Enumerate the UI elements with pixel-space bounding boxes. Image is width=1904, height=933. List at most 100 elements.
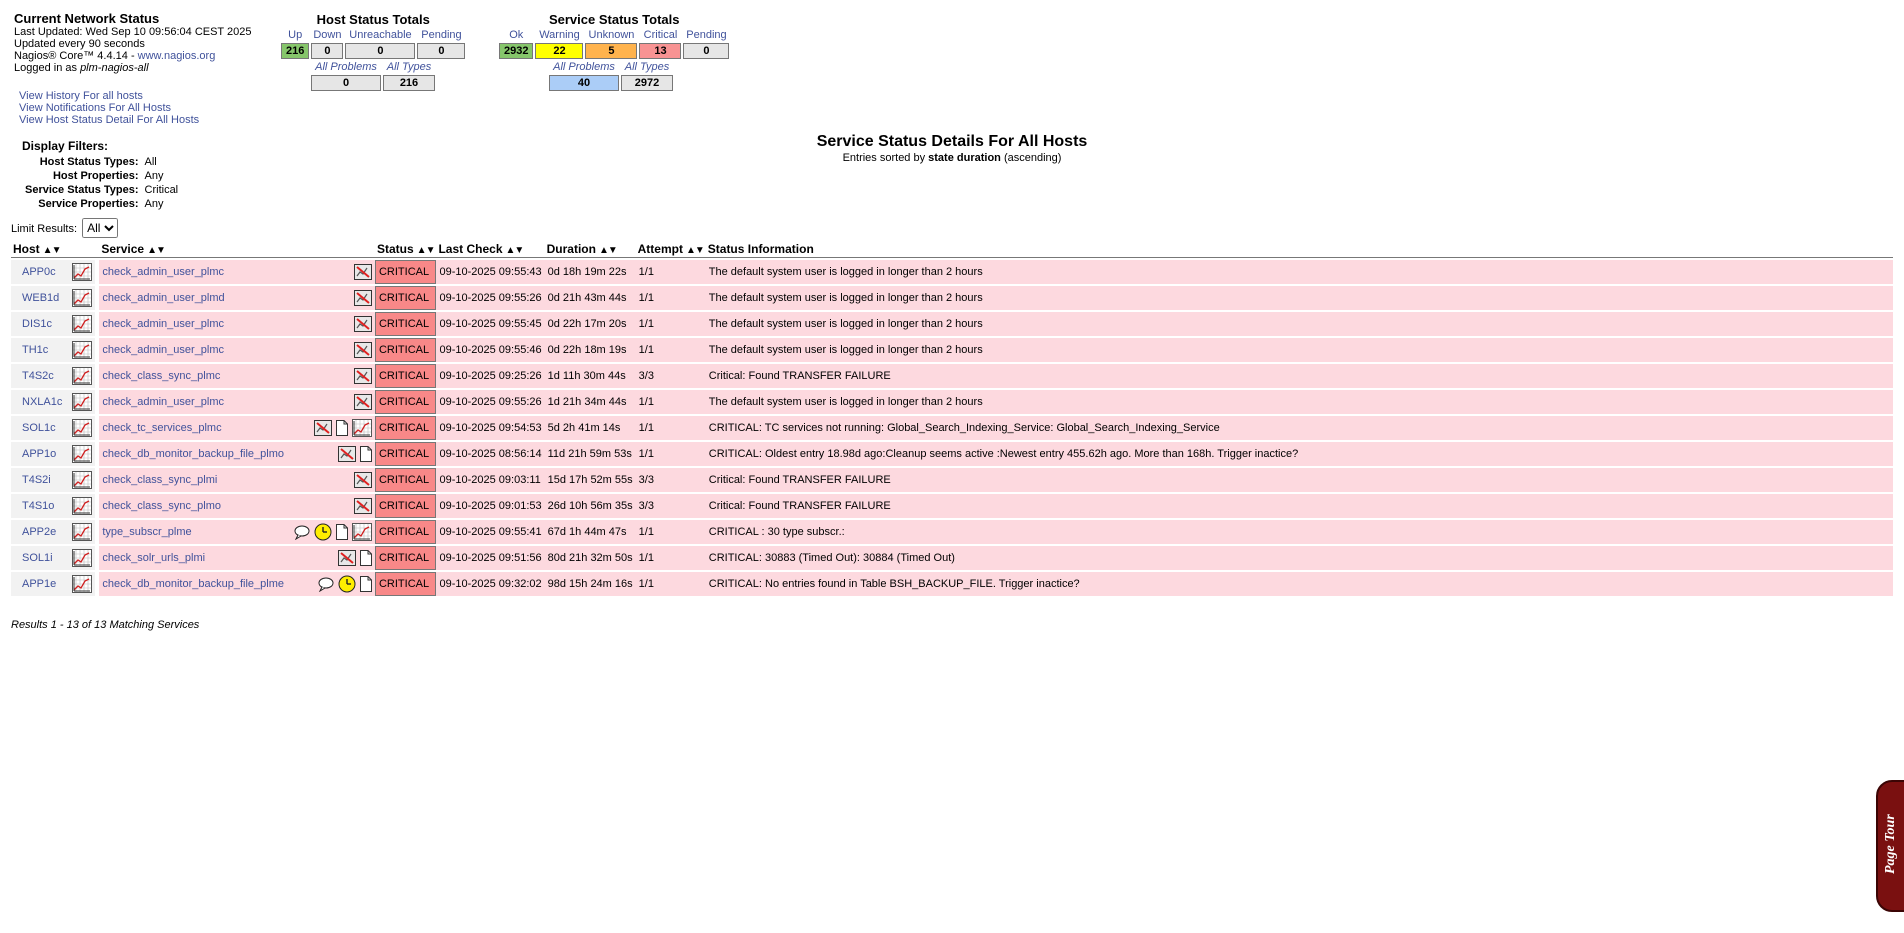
scheduled-downtime-icon[interactable] (338, 575, 356, 593)
host-link[interactable]: WEB1d (22, 292, 59, 304)
host-pending-header[interactable]: Pending (417, 29, 465, 41)
service-link[interactable]: check_db_monitor_backup_file_plmo (102, 448, 284, 460)
performance-graph-icon[interactable] (72, 497, 93, 515)
svc-critical-header[interactable]: Critical (639, 29, 681, 41)
attempt-cell: 1/1 (635, 416, 706, 440)
col-service: Service ▲▼ (99, 241, 375, 258)
performance-graph-icon[interactable] (72, 471, 93, 489)
notifications-disabled-icon[interactable] (353, 498, 372, 514)
performance-graph-icon[interactable] (72, 263, 93, 281)
comment-icon[interactable] (318, 577, 334, 592)
service-link[interactable]: check_class_sync_plmc (102, 370, 220, 382)
svc-all-problems-header[interactable]: All Problems (549, 61, 619, 73)
host-link[interactable]: T4S2c (22, 370, 54, 382)
host-link[interactable]: APP0c (22, 266, 56, 278)
svc-warning-header[interactable]: Warning (535, 29, 583, 41)
service-link[interactable]: check_admin_user_plmc (102, 318, 224, 330)
notifications-disabled-icon[interactable] (353, 394, 372, 410)
scheduled-downtime-icon[interactable] (314, 523, 332, 541)
status-badge: CRITICAL (374, 416, 437, 440)
performance-graph-icon[interactable] (72, 549, 93, 567)
svc-ok-header[interactable]: Ok (499, 29, 533, 41)
host-link[interactable]: T4S1o (22, 500, 54, 512)
host-link[interactable]: APP2e (22, 526, 56, 538)
host-all-types-header[interactable]: All Types (383, 61, 435, 73)
service-link[interactable]: check_class_sync_plmi (102, 474, 217, 486)
sort-arrows-icon[interactable]: ▲▼ (147, 245, 166, 256)
host-link[interactable]: DIS1c (22, 318, 52, 330)
host-link[interactable]: APP1e (22, 578, 56, 590)
comment-icon[interactable] (294, 525, 310, 540)
host-link[interactable]: SOL1c (22, 422, 56, 434)
status-info-cell: Critical: Found TRANSFER FAILURE (705, 364, 1893, 388)
service-link[interactable]: check_solr_urls_plmi (102, 552, 205, 564)
view-host-detail-link[interactable]: View Host Status Detail For All Hosts (19, 114, 199, 126)
performance-graph-icon[interactable] (72, 393, 93, 411)
page-tour-button[interactable]: Page Tour (1876, 780, 1904, 912)
performance-graph-icon[interactable] (72, 445, 93, 463)
service-link[interactable]: check_db_monitor_backup_file_plme (102, 578, 284, 590)
sort-arrows-icon[interactable]: ▲▼ (506, 245, 525, 256)
notifications-disabled-icon[interactable] (353, 368, 372, 384)
performance-graph-icon[interactable] (72, 523, 93, 541)
service-status-totals: Service Status Totals Ok Warning Unknown… (497, 12, 731, 93)
notifications-disabled-icon[interactable] (353, 472, 372, 488)
notifications-disabled-icon[interactable] (313, 420, 332, 436)
notifications-disabled-icon[interactable] (353, 290, 372, 306)
performance-graph-icon[interactable] (72, 367, 93, 385)
performance-graph-icon[interactable] (351, 523, 372, 541)
service-cell: check_class_sync_plmo (99, 494, 287, 518)
svc-unknown-header[interactable]: Unknown (585, 29, 637, 41)
service-link[interactable]: check_class_sync_plmo (102, 500, 221, 512)
host-link[interactable]: SOL1i (22, 552, 53, 564)
view-notifications-link[interactable]: View Notifications For All Hosts (19, 102, 171, 114)
svc-all-types-header[interactable]: All Types (621, 61, 673, 73)
view-history-link[interactable]: View History For all hosts (19, 90, 143, 102)
performance-graph-icon[interactable] (351, 419, 372, 437)
service-link[interactable]: check_admin_user_plmd (102, 292, 224, 304)
host-all-problems-header[interactable]: All Problems (311, 61, 381, 73)
sort-arrows-icon[interactable]: ▲▼ (686, 245, 705, 256)
limit-label: Limit Results: (11, 223, 78, 235)
service-link[interactable]: check_admin_user_plmc (102, 396, 224, 408)
service-link[interactable]: check_admin_user_plmc (102, 344, 224, 356)
notes-document-icon[interactable] (359, 446, 372, 462)
limit-select[interactable]: All (82, 218, 119, 238)
sort-arrows-icon[interactable]: ▲▼ (599, 245, 618, 256)
svc-pending-header[interactable]: Pending (683, 29, 729, 41)
service-link[interactable]: type_subscr_plme (102, 526, 191, 538)
host-link[interactable]: T4S2i (22, 474, 51, 486)
notes-document-icon[interactable] (335, 524, 348, 540)
sort-arrows-icon[interactable]: ▲▼ (417, 245, 436, 256)
status-badge: CRITICAL (374, 364, 437, 388)
service-link[interactable]: check_tc_services_plmc (102, 422, 221, 434)
notes-document-icon[interactable] (359, 550, 372, 566)
col-duration: Duration ▲▼ (544, 241, 636, 258)
notifications-disabled-icon[interactable] (353, 316, 372, 332)
host-cell: APP0c (11, 260, 66, 284)
performance-graph-icon[interactable] (72, 575, 93, 593)
nagios-link[interactable]: www.nagios.org (138, 50, 216, 62)
notes-document-icon[interactable] (359, 576, 372, 592)
filter-value: All (144, 156, 157, 168)
performance-graph-icon[interactable] (72, 315, 93, 333)
performance-graph-icon[interactable] (72, 419, 93, 437)
host-link[interactable]: NXLA1c (22, 396, 62, 408)
host-up-header[interactable]: Up (281, 29, 309, 41)
service-totals-title: Service Status Totals (548, 12, 680, 27)
notifications-disabled-icon[interactable] (337, 550, 356, 566)
sort-arrows-icon[interactable]: ▲▼ (43, 245, 62, 256)
logged-in-as: Logged in as plm-nagios-all (14, 62, 251, 74)
host-link[interactable]: TH1c (22, 344, 48, 356)
notifications-disabled-icon[interactable] (337, 446, 356, 462)
performance-graph-icon[interactable] (72, 289, 93, 307)
host-down-header[interactable]: Down (311, 29, 343, 41)
host-unreachable-header[interactable]: Unreachable (345, 29, 415, 41)
logged-user: plm-nagios-all (80, 62, 149, 74)
host-link[interactable]: APP1o (22, 448, 56, 460)
notes-document-icon[interactable] (335, 420, 348, 436)
notifications-disabled-icon[interactable] (353, 264, 372, 280)
service-link[interactable]: check_admin_user_plmc (102, 266, 224, 278)
performance-graph-icon[interactable] (72, 341, 93, 359)
notifications-disabled-icon[interactable] (353, 342, 372, 358)
